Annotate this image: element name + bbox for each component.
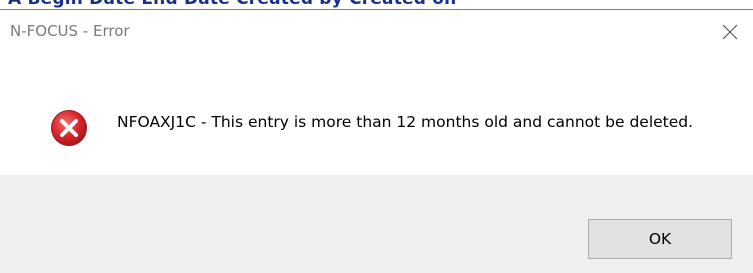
dialog-footer: OK bbox=[0, 175, 753, 273]
dialog-title: N-FOCUS - Error bbox=[10, 22, 130, 40]
dialog-titlebar: N-FOCUS - Error bbox=[0, 10, 753, 54]
error-message: NFOAXJ1C - This entry is more than 12 mo… bbox=[117, 113, 694, 131]
error-icon bbox=[51, 110, 87, 146]
close-icon bbox=[722, 24, 738, 40]
error-dialog: N-FOCUS - Error NFOAXJ1C - This entry is… bbox=[0, 9, 753, 273]
close-button[interactable] bbox=[707, 10, 753, 54]
ok-button[interactable]: OK bbox=[588, 219, 732, 259]
dialog-content: NFOAXJ1C - This entry is more than 12 mo… bbox=[0, 54, 753, 175]
background-window-header-text: A Begin Date End Date Created by Created… bbox=[0, 0, 753, 9]
